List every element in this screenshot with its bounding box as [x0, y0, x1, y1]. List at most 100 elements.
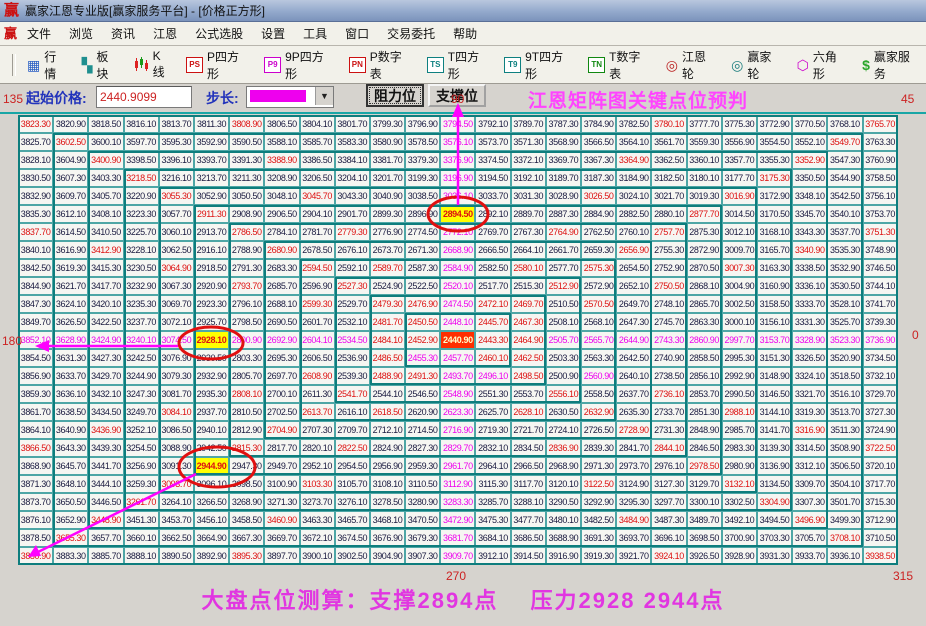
toolbar-winner-wheel[interactable]: ◎ 赢家轮 — [726, 45, 787, 85]
grid-cell: 2887.30 — [545, 205, 581, 223]
menu-news[interactable]: 资讯 — [103, 22, 143, 45]
grid-cell: 3168.10 — [756, 223, 793, 241]
grid-cell: 3237.70 — [123, 313, 159, 331]
grid-cell: 3309.70 — [792, 475, 828, 493]
t-square-icon: TS — [426, 56, 444, 73]
grid-cell: 3386.50 — [299, 151, 335, 169]
grid-cell: 3636.10 — [53, 385, 89, 403]
grid-cell: 3069.70 — [158, 295, 194, 313]
menu-logo-icon: 赢 — [4, 26, 18, 41]
toolbar: ▦ 行情 ▚ 板块 K线 PS P四方形 P9 9P四方形 PN P数字表 TS… — [0, 46, 926, 84]
grid-cell: 3859.30 — [18, 385, 54, 403]
grid-cell: 2752.90 — [651, 259, 687, 277]
window-title: 赢家江恩专业版[赢家服务平台] - [价格正方形] — [25, 4, 266, 18]
grid-cell: 3115.30 — [475, 475, 511, 493]
grid-cell: 3182.50 — [651, 169, 687, 187]
grid-cell: 3715.30 — [862, 493, 898, 511]
grid-cell: 3681.70 — [440, 529, 476, 547]
grid-cell: 2767.30 — [510, 223, 546, 241]
toolbar-p-number-table[interactable]: PN P数字表 — [344, 45, 418, 85]
toolbar-hexagon[interactable]: ⬡ 六角形 — [792, 45, 853, 85]
grid-cell: 3292.90 — [581, 493, 617, 511]
grid-cell: 2889.70 — [510, 205, 546, 223]
grid-cell: 3602.50 — [53, 133, 89, 151]
grid-cell: 3753.70 — [862, 205, 898, 223]
grid-cell: 3511.30 — [827, 421, 863, 439]
grid-cell: 3230.50 — [123, 259, 159, 277]
grid-cell: 2448.10 — [440, 313, 476, 331]
toolbar-sectors[interactable]: ▚ 板块 — [77, 45, 125, 85]
grid-cell: 2760.10 — [616, 223, 652, 241]
grid-cell: 2992.90 — [721, 367, 757, 385]
grid-cell: 2736.10 — [651, 385, 687, 403]
resistance-button[interactable]: 阻力位 — [366, 84, 424, 107]
toolbar-p-square[interactable]: PS P四方形 — [181, 45, 255, 85]
angle-label-270: 270 — [446, 569, 467, 583]
menu-browse[interactable]: 浏览 — [61, 22, 101, 45]
grid-cell: 2608.90 — [299, 367, 335, 385]
toolbar-quotes[interactable]: ▦ 行情 — [22, 45, 73, 85]
grid-cell: 3571.30 — [510, 133, 546, 151]
menu-file[interactable]: 文件 — [19, 22, 59, 45]
grid-cell: 3900.10 — [299, 547, 335, 565]
grid-cell: 2988.10 — [721, 403, 757, 421]
grid-cell: 3616.90 — [53, 241, 89, 259]
grid-cell: 3729.70 — [862, 385, 898, 403]
menu-settings[interactable]: 设置 — [253, 22, 293, 45]
grid-cell: 3278.50 — [369, 493, 406, 511]
toolbar-9t-square[interactable]: T9 9T四方形 — [499, 45, 579, 85]
grid-row: 3876.10 3652.90 3448.90 3451.30 3453.70 3456.… — [18, 511, 898, 529]
menu-window[interactable]: 窗口 — [337, 22, 377, 45]
grid-cell: 3165.70 — [756, 241, 793, 259]
grid-cell: 3050.50 — [229, 187, 265, 205]
grid-cell: 2527.30 — [334, 277, 370, 295]
grid-cell: 3074.50 — [158, 331, 194, 349]
grid-cell: 3448.90 — [88, 511, 124, 529]
grid-cell: 3513.70 — [827, 403, 863, 421]
menu-formula-stock-pick[interactable]: 公式选股 — [187, 22, 251, 45]
menu-trade-entrust[interactable]: 交易委托 — [379, 22, 443, 45]
grid-cell: 3679.30 — [405, 529, 441, 547]
grid-cell: 3036.10 — [440, 187, 476, 205]
grid-cell: 3866.50 — [18, 439, 54, 457]
grid-cell: 2460.10 — [475, 349, 511, 367]
grid-cell: 3218.50 — [123, 169, 159, 187]
toolbar-winner-service[interactable]: $ 赢家服务 — [857, 45, 926, 85]
menu-help[interactable]: 帮助 — [445, 22, 485, 45]
grid-cell: 3621.70 — [53, 277, 89, 295]
grid-cell: 3122.50 — [581, 475, 617, 493]
grid-cell: 3120.10 — [545, 475, 581, 493]
grid-cell: 2472.10 — [475, 295, 511, 313]
grid-cell: 3698.50 — [686, 529, 722, 547]
grid-cell: 2536.90 — [334, 349, 370, 367]
toolbar-t-square[interactable]: TS T四方形 — [422, 45, 495, 85]
grid-cell: 3691.30 — [581, 529, 617, 547]
grid-cell: 3429.70 — [88, 367, 124, 385]
grid-cell: 3081.70 — [158, 385, 194, 403]
toolbar-label: 板块 — [96, 49, 109, 81]
grid-cell: 3228.10 — [123, 241, 159, 259]
grid-cell: 3345.70 — [792, 205, 828, 223]
sectors-blocks-icon: ▚ — [81, 56, 93, 73]
menu-gann[interactable]: 江恩 — [145, 22, 185, 45]
menu-tools[interactable]: 工具 — [295, 22, 335, 45]
toolbar-kline[interactable]: K线 — [129, 46, 177, 83]
toolbar-gann-wheel[interactable]: ◎ 江恩轮 — [661, 45, 722, 85]
grid-cell: 2916.10 — [193, 241, 230, 259]
grid-cell: 3211.30 — [229, 169, 265, 187]
start-price-input[interactable] — [96, 86, 192, 108]
grid-cell: 2457.70 — [440, 349, 476, 367]
grid-cell: 3417.70 — [88, 277, 124, 295]
grid-cell: 3052.90 — [193, 187, 230, 205]
grid-cell: 3712.90 — [862, 511, 898, 529]
grid-cell: 2616.10 — [334, 403, 370, 421]
grid-cell: 3892.90 — [193, 547, 230, 565]
grid-cell: 2860.90 — [686, 331, 722, 349]
grid-cell: 2661.70 — [545, 241, 581, 259]
grid-cell: 3355.30 — [756, 151, 793, 169]
grid-cell: 2592.10 — [334, 259, 370, 277]
toolbar-t-number-table[interactable]: TN T数字表 — [583, 45, 656, 85]
toolbar-9p-square[interactable]: P9 9P四方形 — [259, 45, 340, 85]
step-select[interactable]: ▼ — [246, 86, 334, 108]
grid-cell: 3343.30 — [792, 223, 828, 241]
